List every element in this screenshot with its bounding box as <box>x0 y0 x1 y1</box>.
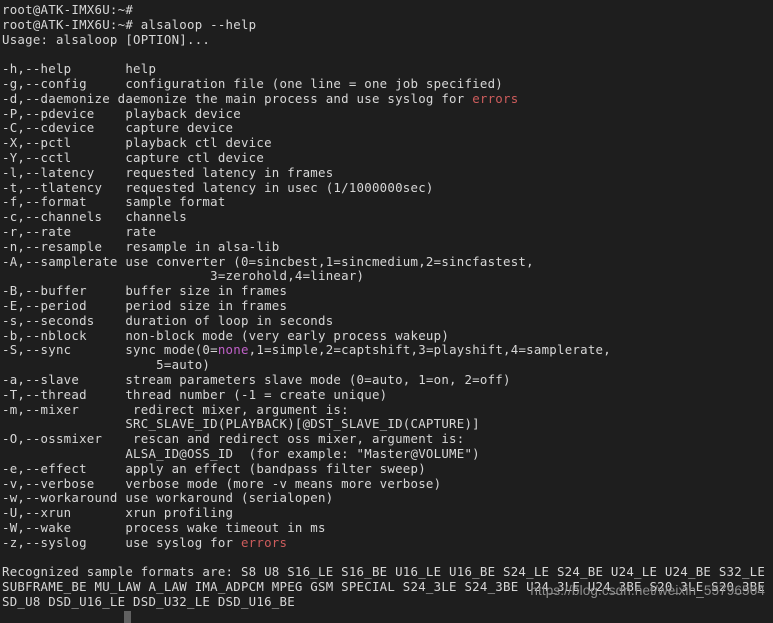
terminal-segment: -w,--workaround use workaround (serialop… <box>2 491 334 506</box>
terminal-segment: root@ATK-IMX6U:~# <box>2 3 134 17</box>
terminal-line: -W,--wake process wake timeout in ms <box>2 521 773 536</box>
terminal-line: -t,--tlatency requested latency in usec … <box>2 181 773 196</box>
terminal-segment: -S,--sync sync mode(0= <box>2 343 218 358</box>
terminal-line: -E,--period period size in frames <box>2 299 773 314</box>
terminal-output: root@ATK-IMX6U:~# root@ATK-IMX6U:~# alsal… <box>2 3 773 623</box>
terminal-line: -e,--effect apply an effect (bandpass fi… <box>2 462 773 477</box>
terminal-segment: -s,--seconds duration of loop in seconds <box>2 313 334 328</box>
terminal-segment: -l,--latency requested latency in frames <box>2 165 334 180</box>
terminal-line: -S,--sync sync mode(0=none,1=simple,2=ca… <box>2 343 773 358</box>
terminal-segment: -z,--syslog use syslog for <box>2 535 241 550</box>
terminal-segment: -T,--thread thread number (-1 = create u… <box>2 387 388 402</box>
terminal-segment: -W,--wake process wake timeout in ms <box>2 520 326 535</box>
terminal-segment: -r,--rate rate <box>2 224 157 239</box>
terminal-line: -z,--syslog use syslog for errors <box>2 536 773 551</box>
terminal-segment: -d,--daemonize daemonize the main proces… <box>2 91 473 106</box>
terminal-cursor <box>124 610 132 623</box>
terminal-segment: -A,--samplerate use converter (0=sincbes… <box>2 254 534 269</box>
terminal-segment: -m,--mixer redirect mixer, argument is: <box>2 402 349 417</box>
terminal-line: ALSA_ID@OSS_ID (for example: "Master@VOL… <box>2 447 773 462</box>
terminal-line: SUBFRAME_BE MU_LAW A_LAW IMA_ADPCM MPEG … <box>2 580 773 595</box>
terminal-segment: -Y,--cctl capture ctl device <box>2 150 265 165</box>
terminal-line: -r,--rate rate <box>2 225 773 240</box>
terminal-segment: -b,--nblock non-block mode (very early p… <box>2 328 450 343</box>
terminal-segment: ,1=simple,2=captshift,3=playshift,4=samp… <box>248 343 611 358</box>
terminal-line: -g,--config configuration file (one line… <box>2 77 773 92</box>
terminal-segment: -n,--resample resample in alsa-lib <box>2 239 280 254</box>
terminal-segment: Usage: alsaloop [OPTION]... <box>2 32 211 47</box>
terminal-segment: ALSA_ID@OSS_ID (for example: "Master@VOL… <box>2 446 480 461</box>
terminal-segment: 5=auto) <box>2 358 211 373</box>
terminal-segment: -X,--pctl playback ctl device <box>2 136 272 151</box>
terminal-line: -a,--slave stream parameters slave mode … <box>2 373 773 388</box>
terminal-line: -d,--daemonize daemonize the main proces… <box>2 92 773 107</box>
terminal-line: -c,--channels channels <box>2 210 773 225</box>
terminal-segment: -c,--channels channels <box>2 210 187 225</box>
terminal-line: -B,--buffer buffer size in frames <box>2 284 773 299</box>
terminal-segment: -U,--xrun xrun profiling <box>2 506 234 521</box>
terminal-line: -w,--workaround use workaround (serialop… <box>2 491 773 506</box>
terminal-line: -T,--thread thread number (-1 = create u… <box>2 388 773 403</box>
terminal-segment: SD_U8 DSD_U16_LE DSD_U32_LE DSD_U16_BE <box>2 594 295 609</box>
terminal-line: SD_U8 DSD_U16_LE DSD_U32_LE DSD_U16_BE <box>2 595 773 610</box>
terminal-segment: -B,--buffer buffer size in frames <box>2 284 288 299</box>
terminal-line: -C,--cdevice capture device <box>2 121 773 136</box>
terminal-segment: -f,--format sample format <box>2 195 226 210</box>
terminal-segment: errors <box>240 535 288 550</box>
terminal-line: -m,--mixer redirect mixer, argument is: <box>2 403 773 418</box>
terminal-segment: -e,--effect apply an effect (bandpass fi… <box>2 461 426 476</box>
terminal-line: -X,--pctl playback ctl device <box>2 136 773 151</box>
terminal-line: -h,--help help <box>2 62 773 77</box>
terminal-segment: -h,--help help <box>2 62 157 77</box>
terminal-line: -f,--format sample format <box>2 195 773 210</box>
terminal-segment: -E,--period period size in frames <box>2 298 288 313</box>
terminal-segment: none <box>217 343 249 358</box>
terminal-segment: -a,--slave stream parameters slave mode … <box>2 372 511 387</box>
terminal-line: -n,--resample resample in alsa-lib <box>2 240 773 255</box>
terminal-segment: 3=zerohold,4=linear) <box>2 269 365 284</box>
terminal-segment: -g,--config configuration file (one line… <box>2 76 504 91</box>
terminal-segment: -v,--verbose verbose mode (more -v means… <box>2 476 442 491</box>
terminal-segment: Recognized sample formats are: S8 U8 S16… <box>2 565 773 580</box>
terminal-line: Recognized sample formats are: S8 U8 S16… <box>2 565 773 580</box>
terminal-line: -U,--xrun xrun profiling <box>2 506 773 521</box>
terminal-line: -O,--ossmixer rescan and redirect oss mi… <box>2 432 773 447</box>
terminal-segment: -t,--tlatency requested latency in usec … <box>2 180 434 195</box>
terminal-segment: -O,--ossmixer rescan and redirect oss mi… <box>2 432 465 447</box>
terminal-line: -l,--latency requested latency in frames <box>2 166 773 181</box>
terminal-line: -P,--pdevice playback device <box>2 107 773 122</box>
terminal-line: -A,--samplerate use converter (0=sincbes… <box>2 255 773 270</box>
terminal-window[interactable]: root@ATK-IMX6U:~# root@ATK-IMX6U:~# alsal… <box>0 0 773 623</box>
terminal-segment: root@ATK-IMX6U:~# alsaloop --help <box>2 17 257 32</box>
terminal-segment: errors <box>472 91 519 106</box>
terminal-line: Usage: alsaloop [OPTION]... <box>2 33 773 48</box>
terminal-line: -Y,--cctl capture ctl device <box>2 151 773 166</box>
terminal-line: -b,--nblock non-block mode (very early p… <box>2 329 773 344</box>
terminal-segment: -C,--cdevice capture device <box>2 121 234 136</box>
terminal-line: -s,--seconds duration of loop in seconds <box>2 314 773 329</box>
terminal-segment: -P,--pdevice playback device <box>2 106 241 121</box>
terminal-line: -v,--verbose verbose mode (more -v means… <box>2 477 773 492</box>
terminal-segment: SRC_SLAVE_ID(PLAYBACK)[@DST_SLAVE_ID(CAP… <box>2 417 480 432</box>
terminal-line: 5=auto) <box>2 358 773 373</box>
terminal-line: SRC_SLAVE_ID(PLAYBACK)[@DST_SLAVE_ID(CAP… <box>2 417 773 432</box>
terminal-line: 3=zerohold,4=linear) <box>2 269 773 284</box>
terminal-segment: SUBFRAME_BE MU_LAW A_LAW IMA_ADPCM MPEG … <box>2 580 773 595</box>
terminal-line: root@ATK-IMX6U:~# <box>2 3 773 18</box>
terminal-line: root@ATK-IMX6U:~# alsaloop --help <box>2 18 773 33</box>
